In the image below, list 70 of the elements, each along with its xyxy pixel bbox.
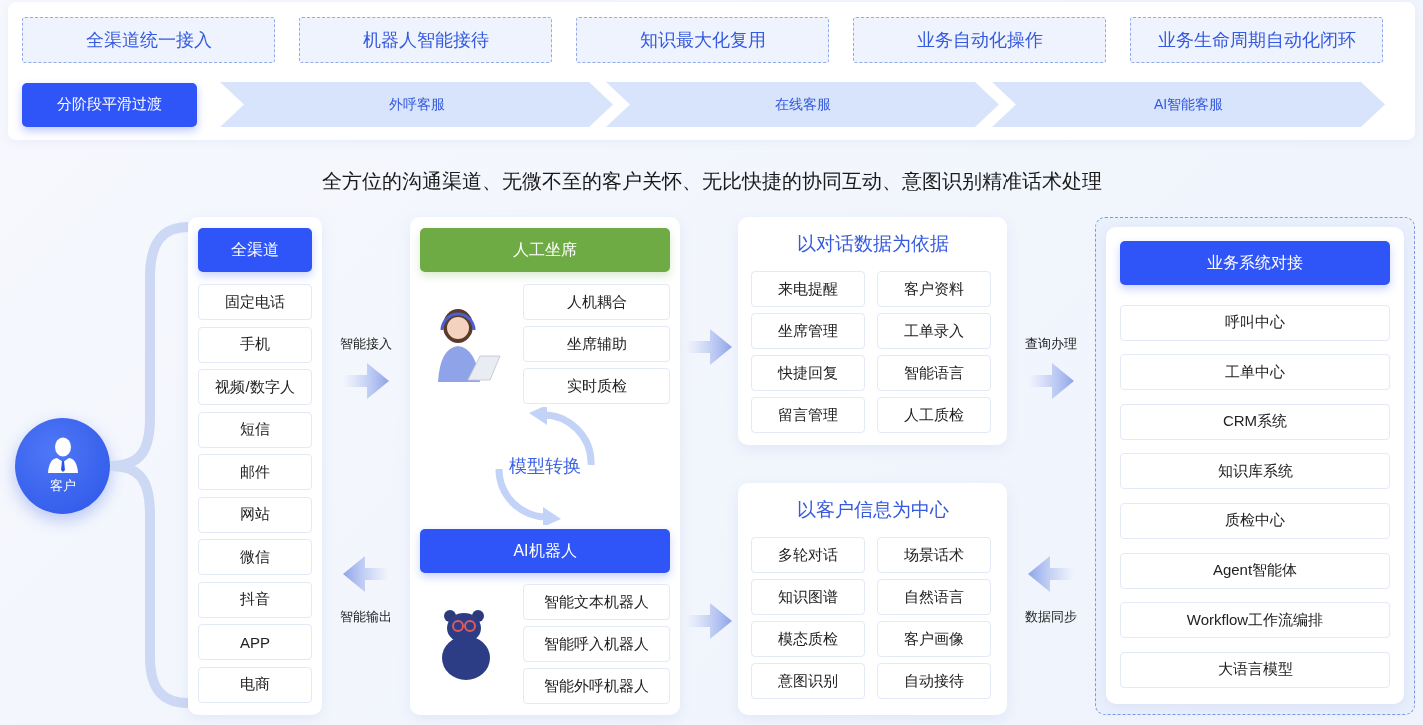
item-label: CRM系统: [1120, 403, 1390, 440]
item-label: 留言管理: [751, 397, 865, 433]
item-label: 智能文本机器人: [523, 584, 670, 620]
arrow-icon: [343, 556, 389, 592]
item-label: 手机: [198, 326, 312, 363]
item-label: 意图识别: [751, 663, 865, 699]
customer-label: 客户: [49, 477, 76, 495]
feature-box: 业务自动化操作: [853, 17, 1106, 63]
item-label: 工单中心: [1120, 354, 1390, 391]
item-label: 网站: [198, 496, 312, 533]
switch-label: 模型转换: [509, 455, 581, 478]
phase-step: AI智能客服: [992, 82, 1385, 127]
arrow-icon: [1028, 556, 1074, 592]
item-label: 客户资料: [877, 271, 991, 307]
item-label: 智能呼入机器人: [523, 626, 670, 662]
item-label: 呼叫中心: [1120, 304, 1390, 341]
feature-box: 机器人智能接待: [299, 17, 552, 63]
cycle-arrows-icon: [495, 407, 595, 525]
item-label: 智能语言: [877, 355, 991, 391]
channel-title: 全渠道: [198, 228, 312, 272]
item-label: 微信: [198, 539, 312, 575]
item-label: 知识库系统: [1120, 453, 1390, 490]
item-label: 多轮对话: [751, 537, 865, 573]
item-label: 质检中心: [1120, 502, 1390, 539]
feature-box: 知识最大化复用: [576, 17, 829, 63]
item-label: 邮件: [198, 454, 312, 490]
arrow-icon: [686, 329, 732, 365]
item-label: 短信: [198, 411, 312, 448]
flow-label: 智能接入: [340, 335, 392, 353]
item-label: 视频/数字人: [198, 369, 312, 405]
item-label: 固定电话: [198, 284, 312, 320]
item-label: 坐席辅助: [523, 326, 670, 362]
phase-step: 在线客服: [606, 82, 999, 127]
item-label: 自然语言: [877, 579, 991, 615]
stage-label: 分阶段平滑过渡: [22, 82, 197, 127]
item-label: 智能外呼机器人: [523, 668, 670, 704]
robot-title: AI机器人: [420, 529, 670, 573]
item-label: 模态质检: [751, 621, 865, 657]
item-label: 场景话术: [877, 537, 991, 573]
item-label: 人机耦合: [523, 284, 670, 320]
flow-label: 查询办理: [1025, 335, 1077, 353]
item-label: 快捷回复: [751, 355, 865, 391]
agent-title: 人工坐席: [420, 228, 670, 272]
arrow-icon: [686, 603, 732, 639]
item-label: 知识图谱: [751, 579, 865, 615]
item-label: 人工质检: [877, 397, 991, 433]
panel-title: 以对话数据为依据: [795, 232, 950, 256]
flow-label: 智能输出: [340, 608, 392, 626]
flow-label: 数据同步: [1025, 608, 1077, 626]
feature-box: 业务生命周期自动化闭环: [1130, 17, 1383, 63]
item-label: 客户画像: [877, 621, 991, 657]
arrow-icon: [1028, 363, 1074, 399]
business-title: 业务系统对接: [1120, 241, 1390, 285]
item-label: Agent智能体: [1120, 552, 1390, 589]
item-label: 工单录入: [877, 313, 991, 349]
feature-box: 全渠道统一接入: [22, 17, 275, 63]
item-label: 来电提醒: [751, 271, 865, 307]
panel-title: 以客户信息为中心: [795, 498, 950, 522]
arrow-icon: [343, 363, 389, 399]
item-label: Workflow工作流编排: [1120, 602, 1390, 639]
item-label: 抖音: [198, 581, 312, 618]
person-icon: [46, 437, 79, 473]
phase-step: 外呼客服: [220, 82, 613, 127]
item-label: 大语言模型: [1120, 651, 1390, 688]
item-label: 电商: [198, 666, 312, 703]
item-label: APP: [198, 624, 312, 660]
item-label: 自动接待: [877, 663, 991, 699]
headline: 全方位的沟通渠道、无微不至的客户关怀、无比快捷的协同互动、意图识别精准话术处理: [320, 169, 1103, 194]
item-label: 实时质检: [523, 368, 670, 404]
item-label: 坐席管理: [751, 313, 865, 349]
